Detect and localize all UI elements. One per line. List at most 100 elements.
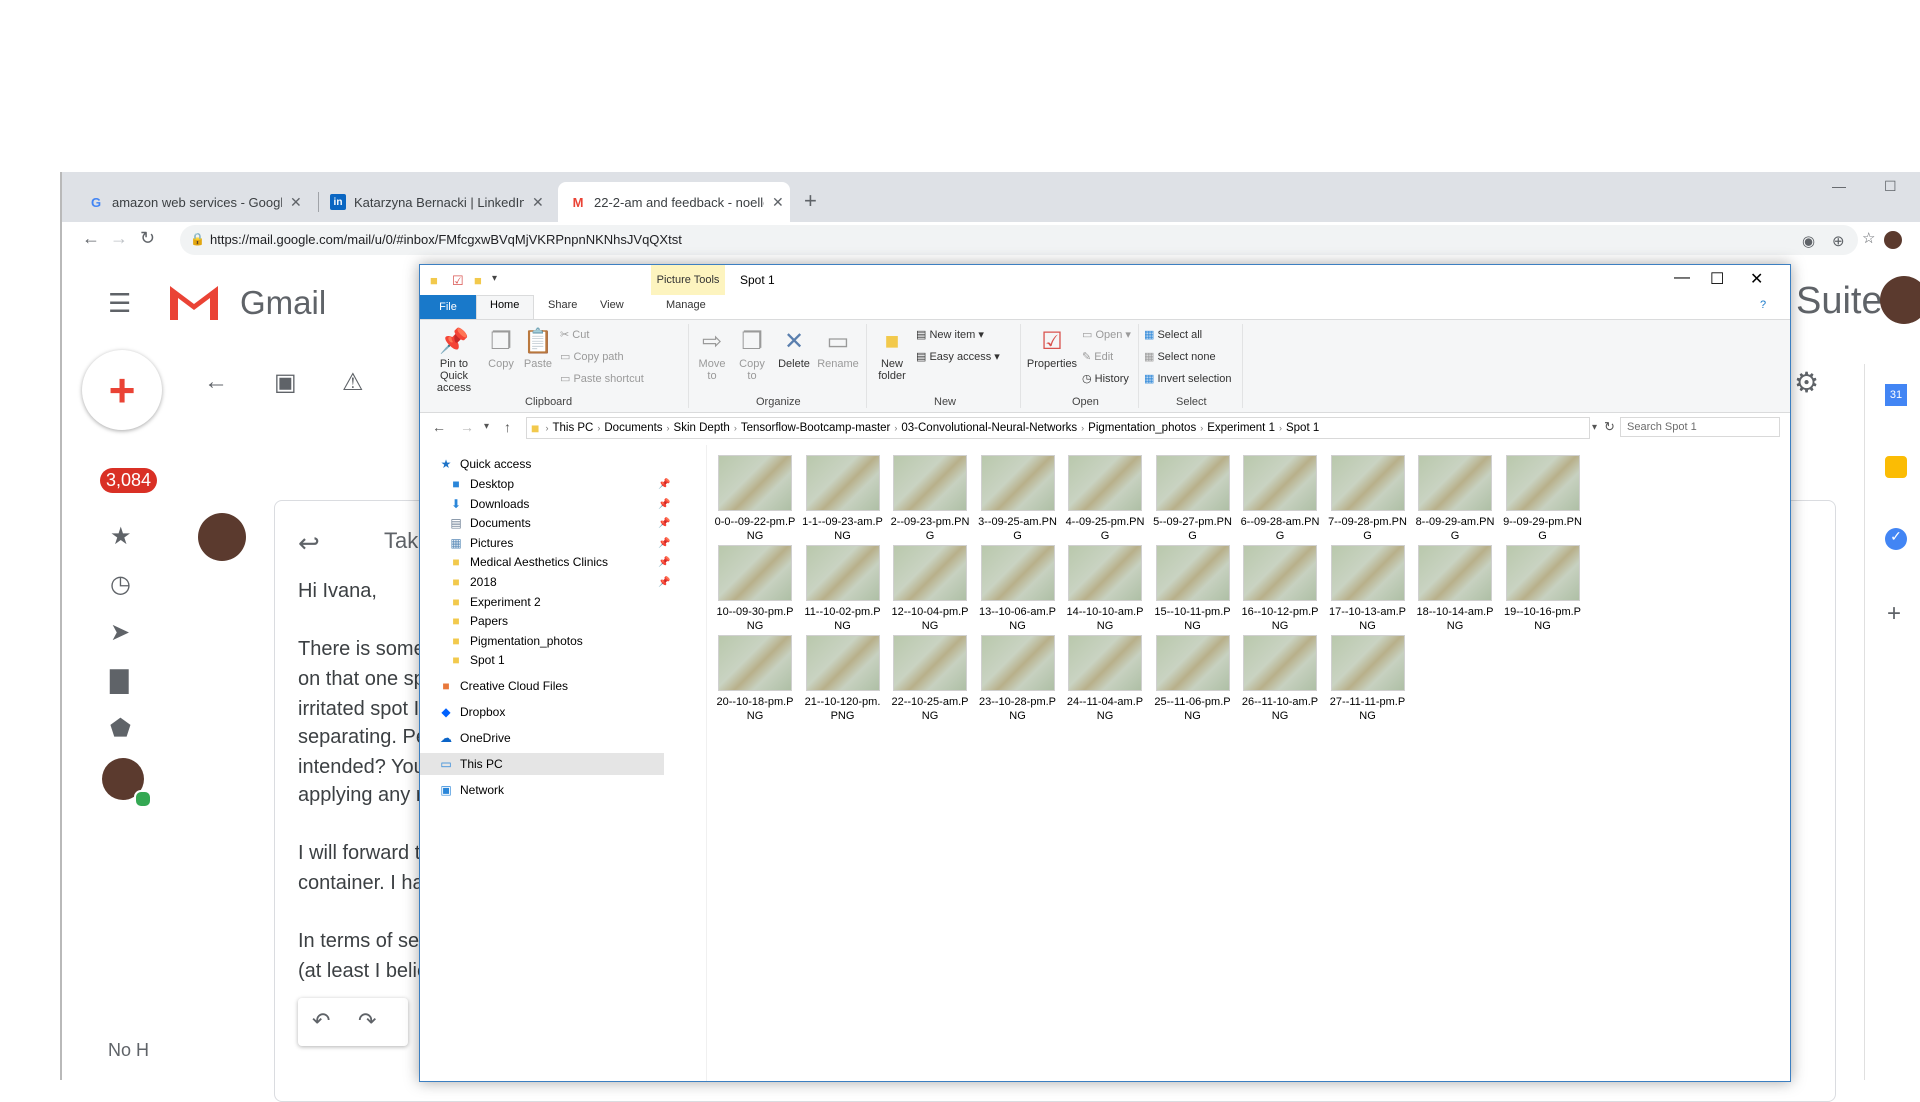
draft-icon[interactable]: ▇ xyxy=(110,666,128,695)
tab-google-search[interactable]: G amazon web services - Google Se ✕ xyxy=(76,182,304,222)
address-dropdown-icon[interactable]: ▾ xyxy=(1592,422,1597,433)
tasks-icon[interactable]: ✓ xyxy=(1885,528,1907,550)
file-thumbnail[interactable]: 23--10-28-pm.PNG xyxy=(975,635,1061,723)
delete-button[interactable]: ✕ Delete xyxy=(774,326,814,370)
keep-icon[interactable] xyxy=(1885,456,1907,478)
pin-quick-access-button[interactable]: 📌 Pin to Quick access xyxy=(426,326,482,394)
file-thumbnail[interactable]: 0-0--09-22-pm.PNG xyxy=(712,455,798,543)
file-thumbnail[interactable]: 25--11-06-pm.PNG xyxy=(1150,635,1236,723)
file-thumbnail[interactable]: 6--09-28-am.PNG xyxy=(1237,455,1323,543)
address-breadcrumb[interactable]: ■ › This PC › Documents › Skin Depth › Tenso… xyxy=(526,417,1590,439)
nav-item[interactable]: ☁ OneDrive xyxy=(420,727,664,749)
settings-gear-icon[interactable]: ⚙ xyxy=(1794,366,1819,399)
select-all-button[interactable]: ▦ Select all xyxy=(1144,328,1202,341)
file-thumbnail[interactable]: 5--09-27-pm.PNG xyxy=(1150,455,1236,543)
tab-view[interactable]: View xyxy=(600,299,624,311)
file-thumbnail[interactable]: 19--10-16-pm.PNG xyxy=(1500,545,1586,633)
file-thumbnail[interactable]: 3--09-25-am.PNG xyxy=(975,455,1061,543)
copy-button[interactable]: ❐ Copy xyxy=(484,326,518,370)
close-button[interactable]: ✕ xyxy=(1750,269,1763,289)
new-folder-icon[interactable]: ■ xyxy=(474,273,482,288)
file-thumbnail[interactable]: 10--09-30-pm.PNG xyxy=(712,545,798,633)
open-button[interactable]: ▭ Open ▾ xyxy=(1082,328,1131,341)
view-icon[interactable]: ◉ xyxy=(1802,232,1815,250)
bookmark-star-icon[interactable]: ☆ xyxy=(1862,229,1875,247)
send-icon[interactable]: ➤ xyxy=(110,618,130,647)
new-folder-button[interactable]: ■ New folder xyxy=(872,326,912,382)
nav-item[interactable]: ■ Creative Cloud Files xyxy=(420,675,664,697)
tab-manage[interactable]: Manage xyxy=(666,299,706,311)
close-icon[interactable]: ✕ xyxy=(532,194,544,211)
calendar-icon[interactable]: 31 xyxy=(1885,384,1907,406)
file-thumbnail[interactable]: 24--11-04-am.PNG xyxy=(1062,635,1148,723)
rename-button[interactable]: ▭ Rename xyxy=(816,326,860,370)
label-icon[interactable]: ⬟ xyxy=(110,714,131,743)
forward-icon[interactable]: → xyxy=(110,228,128,249)
recent-locations-icon[interactable]: ▾ xyxy=(484,421,489,432)
minimize-button[interactable]: — xyxy=(1832,178,1846,194)
clock-icon[interactable]: ◷ xyxy=(110,570,131,599)
file-thumbnail[interactable]: 7--09-28-pm.PNG xyxy=(1325,455,1411,543)
file-thumbnail[interactable]: 16--10-12-pm.PNG xyxy=(1237,545,1323,633)
nav-item[interactable]: ■ Desktop 📌 xyxy=(420,473,674,495)
file-thumbnail[interactable]: 15--10-11-pm.PNG xyxy=(1150,545,1236,633)
refresh-icon[interactable]: ↻ xyxy=(1604,419,1615,435)
tab-home[interactable]: Home xyxy=(490,299,519,311)
nav-item[interactable]: ■ Papers xyxy=(420,610,674,632)
archive-icon[interactable]: ▣ xyxy=(274,368,297,397)
maximize-button[interactable]: ☐ xyxy=(1710,269,1724,289)
new-tab-button[interactable]: + xyxy=(804,188,817,214)
properties-button[interactable]: ☑ Properties xyxy=(1026,326,1078,370)
nav-item[interactable]: ■ Spot 1 xyxy=(420,649,674,671)
file-thumbnail[interactable]: 9--09-29-pm.PNG xyxy=(1500,455,1586,543)
breadcrumb-item[interactable]: Experiment 1 xyxy=(1207,422,1275,434)
nav-item[interactable]: ▤ Documents 📌 xyxy=(420,512,674,534)
address-bar[interactable]: 🔒 https://mail.google.com/mail/u/0/#inbo… xyxy=(180,225,1858,255)
customize-qat-icon[interactable]: ▾ xyxy=(492,273,497,284)
properties-icon[interactable]: ☑ xyxy=(452,273,464,289)
file-thumbnail[interactable]: 20--10-18-pm.PNG xyxy=(712,635,798,723)
file-thumbnail[interactable]: 22--10-25-am.PNG xyxy=(887,635,973,723)
breadcrumb-item[interactable]: Spot 1 xyxy=(1286,422,1319,434)
file-thumbnail[interactable]: 4--09-25-pm.PNG xyxy=(1062,455,1148,543)
move-to-button[interactable]: ⇨ Move to xyxy=(694,326,730,382)
nav-item[interactable]: ▭ This PC xyxy=(420,753,664,775)
back-icon[interactable]: ← xyxy=(82,228,100,249)
maximize-button[interactable]: ☐ xyxy=(1884,178,1897,195)
nav-item[interactable]: ★ Quick access xyxy=(420,453,664,475)
easy-access-button[interactable]: ▤ Easy access ▾ xyxy=(916,350,1000,363)
search-input[interactable]: Search Spot 1 xyxy=(1620,417,1780,437)
breadcrumb-item[interactable]: Tensorflow-Bootcamp-master xyxy=(741,422,891,434)
file-thumbnail[interactable]: 13--10-06-am.PNG xyxy=(975,545,1061,633)
nav-item[interactable]: ◆ Dropbox xyxy=(420,701,664,723)
history-button[interactable]: ◷ History xyxy=(1082,372,1129,385)
edit-button[interactable]: ✎ Edit xyxy=(1082,350,1113,363)
back-icon[interactable]: ← xyxy=(432,419,446,435)
url-text[interactable]: https://mail.google.com/mail/u/0/#inbox/… xyxy=(210,232,682,247)
breadcrumb-item[interactable]: Documents xyxy=(604,422,662,434)
redo-icon[interactable]: ↷ xyxy=(358,1008,376,1034)
reply-all-icon[interactable]: ↩ xyxy=(298,528,320,559)
compose-button[interactable]: + xyxy=(82,350,162,430)
file-thumbnail[interactable]: 14--10-10-am.PNG xyxy=(1062,545,1148,633)
zoom-icon[interactable]: ⊕ xyxy=(1832,232,1845,250)
close-icon[interactable]: ✕ xyxy=(772,194,784,211)
invert-selection-button[interactable]: ▦ Invert selection xyxy=(1144,372,1231,385)
reload-icon[interactable]: ↻ xyxy=(140,228,155,249)
minimize-button[interactable]: — xyxy=(1674,269,1690,287)
up-icon[interactable]: ↑ xyxy=(504,419,511,435)
file-thumbnail[interactable]: 21--10-120-pm.PNG xyxy=(800,635,886,723)
breadcrumb-item[interactable]: Skin Depth xyxy=(674,422,730,434)
breadcrumb-item[interactable]: 03-Convolutional-Neural-Networks xyxy=(901,422,1077,434)
file-thumbnail[interactable]: 26--11-10-am.PNG xyxy=(1237,635,1323,723)
back-arrow-icon[interactable]: ← xyxy=(204,368,228,396)
undo-icon[interactable]: ↶ xyxy=(312,1008,330,1034)
star-icon[interactable]: ★ xyxy=(110,522,132,551)
paste-button[interactable]: 📋 Paste xyxy=(520,326,556,370)
report-spam-icon[interactable]: ⚠ xyxy=(342,368,364,397)
copy-path-button[interactable]: ▭ Copy path xyxy=(560,350,624,363)
profile-avatar[interactable] xyxy=(1884,231,1902,249)
file-thumbnail[interactable]: 12--10-04-pm.PNG xyxy=(887,545,973,633)
file-thumbnail[interactable]: 17--10-13-am.PNG xyxy=(1325,545,1411,633)
file-thumbnail[interactable]: 11--10-02-pm.PNG xyxy=(800,545,886,633)
